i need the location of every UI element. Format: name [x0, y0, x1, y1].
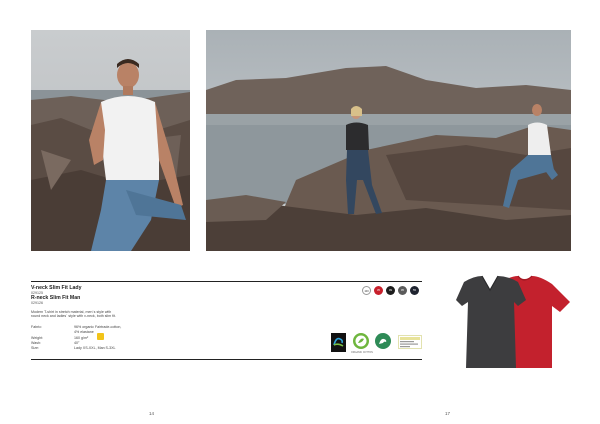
photo-couple-on-coast: [206, 30, 571, 251]
spec-value-weight: 160 g/m²: [74, 336, 89, 340]
wash-symbol-icon: [97, 333, 104, 340]
product-code-man: 029126: [31, 301, 43, 305]
product-description-line2: round neck and ladies´ style with v-neck…: [31, 314, 116, 318]
spec-value-fabric: 96% organic Fairtrade-cotton,: [74, 325, 122, 329]
spec-key-size: Size:: [31, 346, 39, 350]
photo-man-on-rocks: [31, 30, 190, 251]
color-swatch-100[interactable]: 100: [362, 286, 371, 295]
spec-value-fabric-2: 4% elastane: [74, 330, 94, 334]
page-number-right: 17: [445, 411, 451, 416]
gots-label: ORGANIC COTTON: [351, 351, 373, 354]
oeko-tex-icon: [398, 335, 422, 349]
top-divider: [31, 281, 422, 282]
page-number-left: 14: [149, 411, 155, 416]
fairtrade-icon: [331, 333, 346, 352]
spec-value-size: Lady XS-XXL, Man S-3XL: [74, 346, 116, 350]
color-swatch-99[interactable]: 99: [386, 286, 395, 295]
nordic-swan-icon: [375, 333, 391, 349]
color-swatch-35[interactable]: 35: [374, 286, 383, 295]
spec-key-fabric: Fabric:: [31, 325, 42, 329]
gots-organic-icon: [353, 333, 369, 349]
color-swatch-55[interactable]: 55: [410, 286, 419, 295]
spec-key-wash: Wash:: [31, 341, 42, 345]
bottom-divider: [31, 359, 422, 360]
spec-value-wash: 40°: [74, 341, 80, 345]
spec-key-weight: Weight:: [31, 336, 44, 340]
product-tshirts-image: [452, 272, 574, 372]
color-swatch-95[interactable]: 95: [398, 286, 407, 295]
